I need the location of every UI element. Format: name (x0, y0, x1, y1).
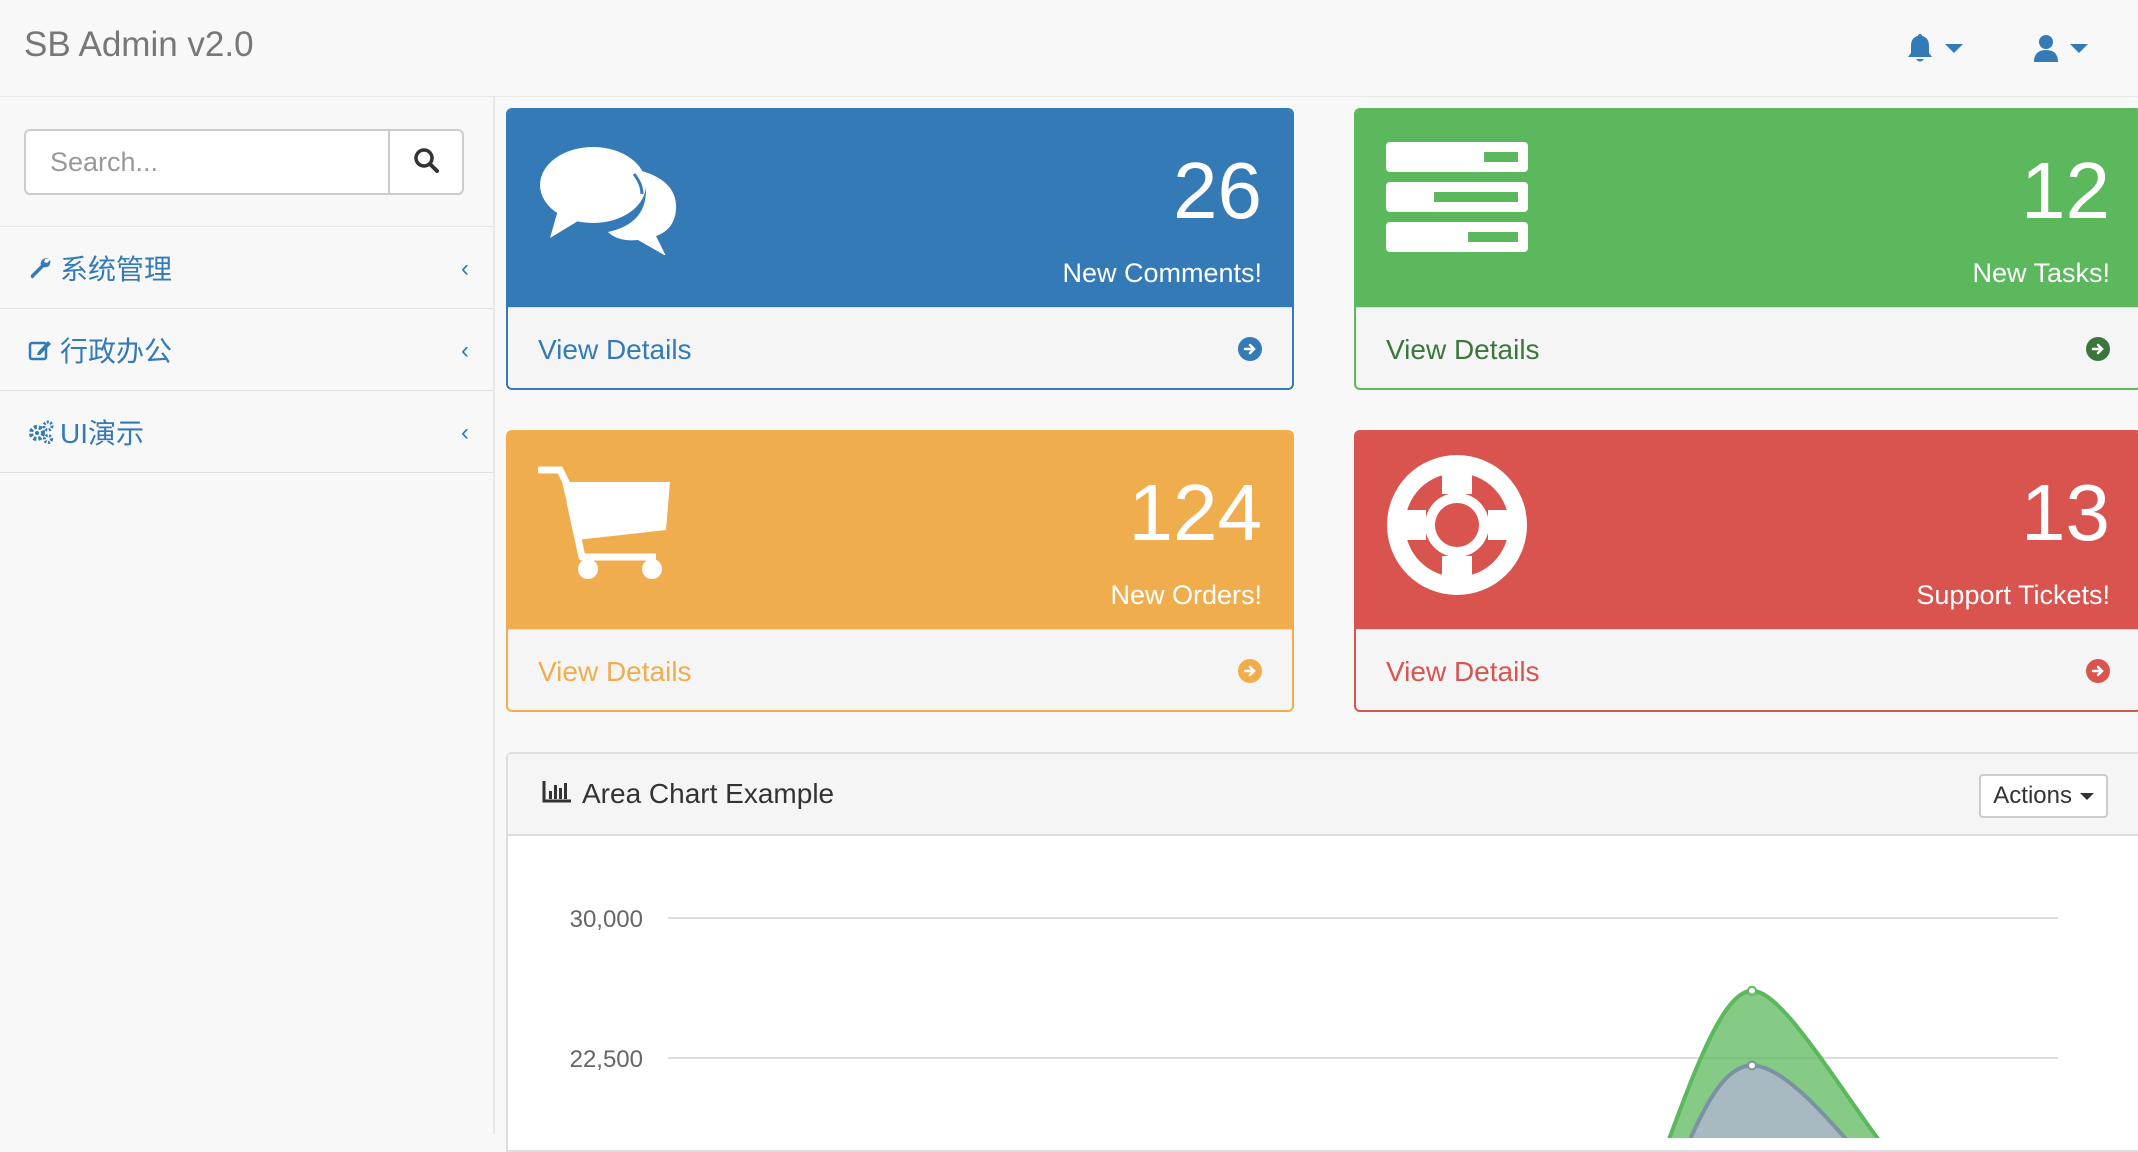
view-details-label: View Details (538, 334, 692, 365)
arrow-circle-right-icon (2086, 337, 2110, 361)
support-icon (1386, 455, 1528, 601)
sidebar-search (0, 97, 493, 227)
panel-count: 26 (1173, 146, 1262, 235)
search-icon (413, 147, 439, 178)
wrench-icon (28, 254, 56, 282)
chart-title: Area Chart Example (542, 778, 834, 810)
chevron-left-icon: ‹ (461, 337, 469, 364)
sidebar-item-administration[interactable]: 行政办公 ‹ (0, 309, 493, 391)
y-tick-label: 22,500 (570, 1046, 643, 1073)
chevron-down-icon (1945, 43, 1963, 53)
arrow-circle-right-icon (2086, 659, 2110, 683)
chevron-left-icon: ‹ (461, 255, 469, 282)
data-point (1747, 985, 1757, 996)
chevron-down-icon (2070, 43, 2088, 53)
sidebar-item-label: 行政办公 (60, 335, 173, 367)
edit-icon (28, 336, 56, 364)
bell-icon (1905, 32, 1935, 64)
actions-dropdown-button[interactable]: Actions (1979, 774, 2108, 818)
search-input[interactable] (24, 129, 388, 195)
panel-label: New Comments! (1062, 258, 1262, 288)
orders-panel: 124 New Orders! View Details (506, 430, 1294, 712)
panel-heading: 13 Support Tickets! (1356, 432, 2138, 629)
panel-heading: 12 New Tasks! (1356, 110, 2138, 307)
view-details-label: View Details (538, 656, 692, 687)
view-details-link[interactable]: View Details (1356, 307, 2138, 388)
panel-label: Support Tickets! (1916, 580, 2110, 610)
panel-heading: 26 New Comments! (508, 110, 1292, 307)
panel-label: New Orders! (1110, 580, 1262, 610)
comments-panel: 26 New Comments! View Details (506, 108, 1294, 390)
bar-chart-icon (542, 778, 572, 810)
data-point (1747, 1060, 1757, 1071)
tasks-icon (1386, 140, 1528, 260)
y-tick-label: 30,000 (570, 906, 643, 933)
actions-label: Actions (1993, 782, 2072, 809)
sidebar-item-system-management[interactable]: 系统管理 ‹ (0, 227, 493, 309)
tasks-panel: 12 New Tasks! View Details (1354, 108, 2138, 390)
search-button[interactable] (388, 129, 464, 195)
support-panel: 13 Support Tickets! View Details (1354, 430, 2138, 712)
sidebar-item-label: UI演示 (60, 417, 145, 449)
gears-icon (28, 418, 56, 446)
view-details-label: View Details (1386, 334, 1540, 365)
user-icon (2032, 33, 2060, 63)
view-details-link[interactable]: View Details (508, 307, 1292, 388)
panel-count: 12 (2021, 146, 2110, 235)
area-chart: 30,000 22,500 (570, 906, 2058, 1138)
panel-count: 124 (1128, 468, 1262, 557)
chevron-down-icon (2080, 792, 2094, 800)
brand-title[interactable]: SB Admin v2.0 (24, 22, 254, 68)
area-chart-panel: Area Chart Example Actions 30,000 22,500 (506, 752, 2138, 1152)
sidebar-item-ui-demo[interactable]: UI演示 ‹ (0, 391, 493, 473)
sidebar-item-label: 系统管理 (60, 253, 173, 285)
chart-title-text: Area Chart Example (582, 778, 835, 809)
panel-heading: 124 New Orders! (508, 432, 1292, 629)
chart-panel-heading: Area Chart Example Actions (508, 754, 2138, 836)
view-details-link[interactable]: View Details (1356, 629, 2138, 710)
top-navbar: SB Admin v2.0 (0, 0, 2138, 97)
sidebar: 系统管理 ‹ 行政办公 ‹ UI演示 ‹ (0, 97, 495, 1134)
arrow-circle-right-icon (1238, 659, 1262, 683)
shopping-cart-icon (536, 462, 678, 587)
view-details-link[interactable]: View Details (508, 629, 1292, 710)
arrow-circle-right-icon (1238, 337, 1262, 361)
alerts-dropdown[interactable] (1905, 28, 1963, 68)
view-details-label: View Details (1386, 656, 1540, 687)
panel-count: 13 (2021, 468, 2110, 557)
chevron-left-icon: ‹ (461, 419, 469, 446)
panel-label: New Tasks! (1972, 258, 2110, 288)
comments-icon (538, 140, 683, 260)
user-dropdown[interactable] (2032, 28, 2088, 68)
